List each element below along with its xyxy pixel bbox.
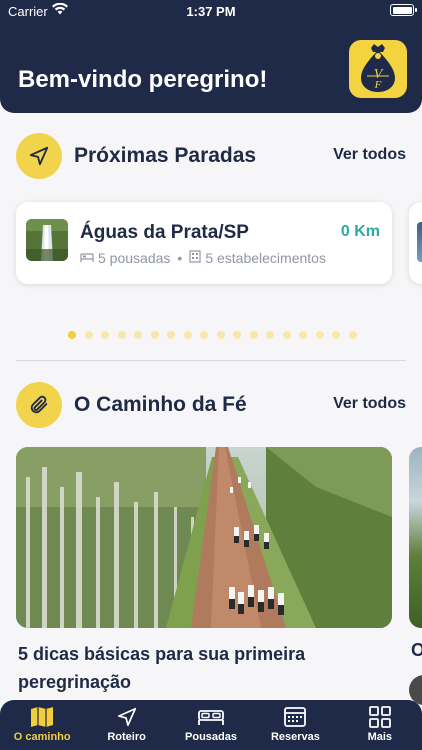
pagination-dot[interactable] bbox=[216, 331, 225, 339]
section-divider bbox=[16, 360, 406, 361]
pagination-dot[interactable] bbox=[183, 331, 192, 339]
pagination-dot[interactable] bbox=[315, 331, 324, 339]
next-stop-card-peek[interactable] bbox=[409, 202, 422, 284]
building-icon bbox=[189, 250, 201, 266]
map-icon bbox=[31, 707, 54, 727]
svg-text:F: F bbox=[374, 79, 382, 91]
tab-bar: O caminho Roteiro Pousadas Reservas Mais bbox=[0, 700, 422, 750]
tab-label: Reservas bbox=[270, 731, 320, 743]
tab-o-caminho[interactable]: O caminho bbox=[0, 700, 84, 750]
article-photo[interactable] bbox=[16, 447, 392, 628]
tab-roteiro[interactable]: Roteiro bbox=[84, 700, 168, 750]
status-bar: Carrier 1:37 PM bbox=[0, 0, 422, 24]
tab-pousadas[interactable]: Pousadas bbox=[169, 700, 253, 750]
see-all-stops-link[interactable]: Ver todos bbox=[333, 146, 406, 164]
battery-icon bbox=[390, 4, 417, 16]
pagination-dot[interactable] bbox=[167, 331, 175, 339]
grid-icon bbox=[368, 706, 391, 728]
stop-meta: 5 pousadas • 5 estabelecimentos bbox=[80, 250, 326, 266]
navigation-arrow-icon bbox=[16, 133, 62, 179]
next-article-title-peek[interactable]: O bbox=[411, 640, 422, 661]
pagination-dot[interactable] bbox=[117, 331, 126, 339]
section-next-stops: Próximas Paradas Ver todos bbox=[16, 133, 406, 181]
meta-separator: • bbox=[177, 250, 183, 266]
pagination-dot[interactable] bbox=[150, 331, 159, 339]
tab-reservas[interactable]: Reservas bbox=[253, 700, 337, 750]
pagination-dot[interactable] bbox=[348, 331, 357, 339]
tab-label: Mais bbox=[367, 731, 393, 743]
paperclip-icon bbox=[16, 382, 62, 428]
pagination-dot[interactable] bbox=[68, 331, 76, 339]
see-all-articles-link[interactable]: Ver todos bbox=[333, 395, 406, 413]
section-caminho-da-fe: O Caminho da Fé Ver todos bbox=[16, 382, 406, 430]
pagination-dot[interactable] bbox=[200, 331, 208, 339]
stop-distance: 0 Km bbox=[340, 223, 380, 240]
bed-icon bbox=[80, 250, 94, 266]
bed-icon bbox=[198, 710, 224, 725]
vf-logo-icon[interactable]: V F bbox=[349, 40, 407, 98]
establishments-count: 5 estabelecimentos bbox=[205, 250, 326, 266]
article-title[interactable]: 5 dicas básicas para sua primeira peregr… bbox=[18, 640, 338, 696]
tab-label: O caminho bbox=[13, 731, 71, 743]
pousadas-count: 5 pousadas bbox=[98, 250, 171, 266]
pagination-dot[interactable] bbox=[84, 331, 93, 339]
pagination-dot[interactable] bbox=[266, 331, 274, 339]
section-title: O Caminho da Fé bbox=[74, 393, 247, 416]
carousel-pagination[interactable] bbox=[68, 331, 357, 339]
tab-label: Roteiro bbox=[107, 731, 146, 743]
calendar-icon bbox=[284, 707, 307, 727]
tab-mais[interactable]: Mais bbox=[338, 700, 422, 750]
stop-thumbnail bbox=[26, 219, 68, 261]
pagination-dot[interactable] bbox=[299, 331, 307, 339]
pagination-dot[interactable] bbox=[332, 331, 340, 339]
status-time: 1:37 PM bbox=[186, 4, 236, 19]
pagination-dot[interactable] bbox=[134, 331, 142, 339]
tab-label: Pousadas bbox=[185, 731, 237, 743]
welcome-title: Bem-vindo peregrino! bbox=[18, 66, 268, 93]
navigation-arrow-icon bbox=[117, 707, 136, 727]
pagination-dot[interactable] bbox=[249, 331, 258, 339]
next-article-photo-peek[interactable] bbox=[409, 447, 422, 628]
section-title: Próximas Paradas bbox=[74, 144, 257, 167]
app-header: Carrier 1:37 PM Bem-vindo peregrino! V F bbox=[0, 0, 422, 113]
stop-name: Águas da Prata/SP bbox=[80, 222, 249, 243]
pagination-dot[interactable] bbox=[282, 331, 291, 339]
pagination-dot[interactable] bbox=[101, 331, 109, 339]
stop-card[interactable]: Águas da Prata/SP 0 Km 5 pousadas • 5 es… bbox=[16, 202, 392, 284]
pagination-dot[interactable] bbox=[233, 331, 241, 339]
